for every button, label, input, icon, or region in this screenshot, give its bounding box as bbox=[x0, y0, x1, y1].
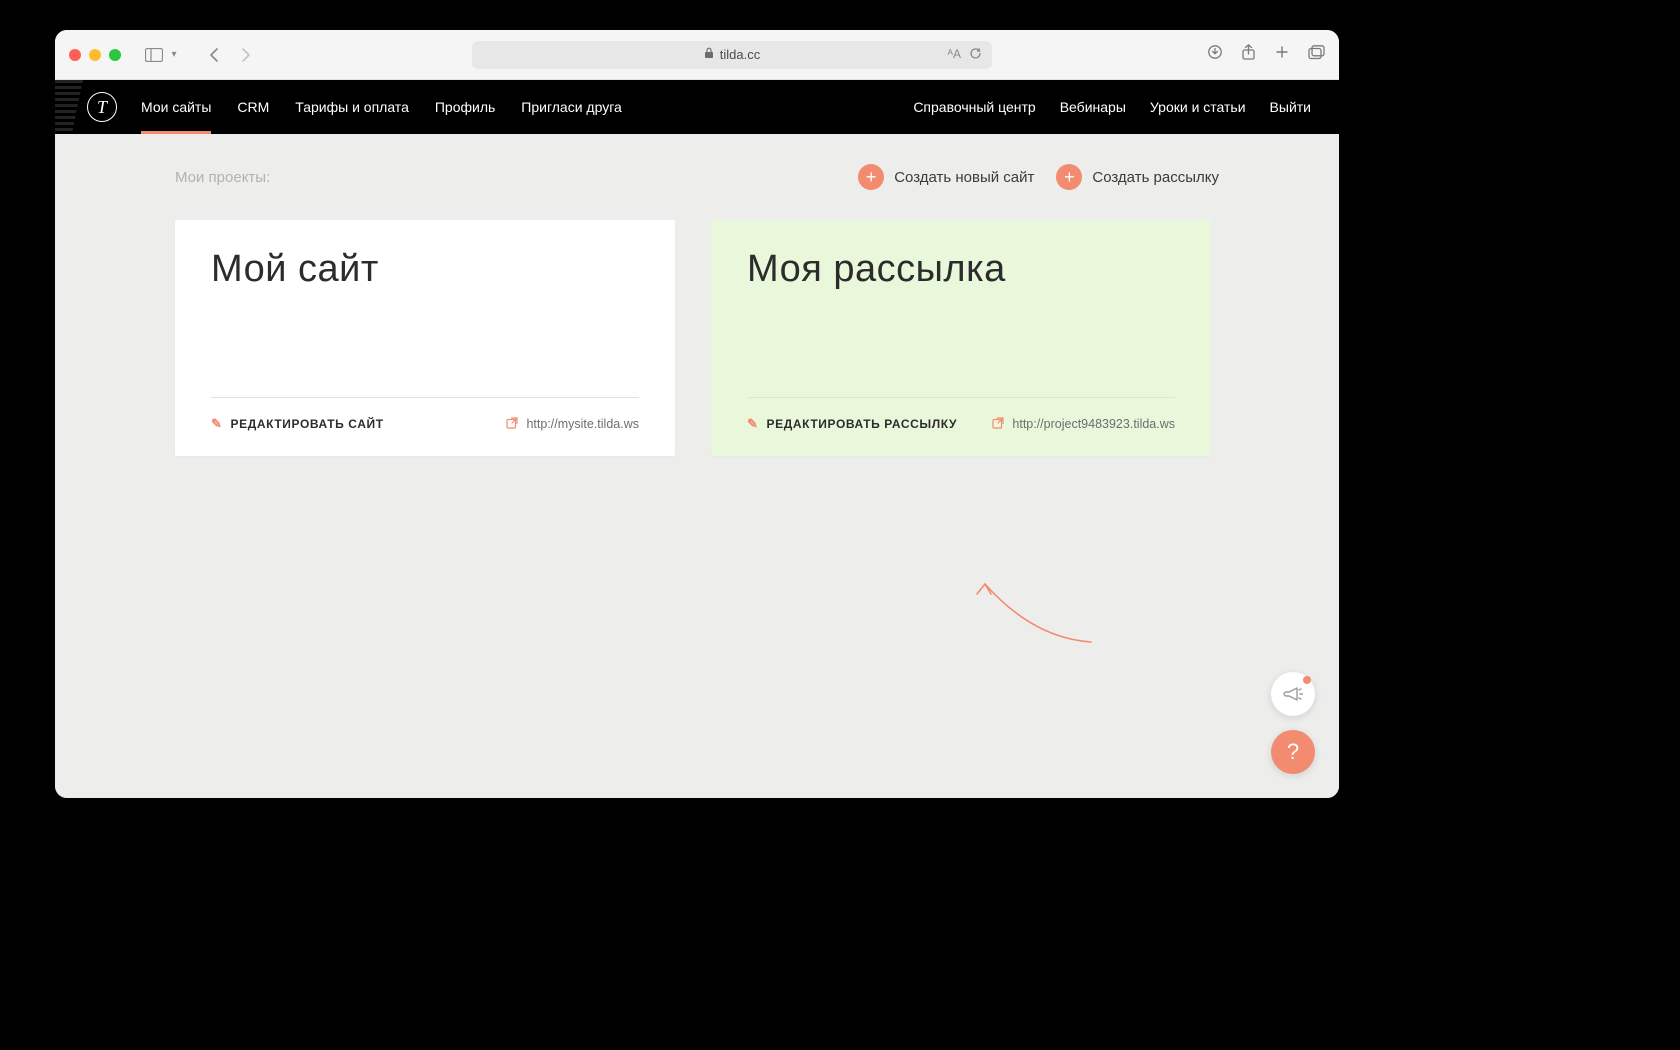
card-title: Моя рассылка bbox=[747, 248, 1175, 291]
forward-button[interactable] bbox=[235, 44, 257, 66]
downloads-icon[interactable] bbox=[1207, 44, 1223, 65]
edit-newsletter-link[interactable]: ✎ РЕДАКТИРОВАТЬ РАССЫЛКУ bbox=[747, 416, 957, 432]
toolbar-right bbox=[1207, 44, 1325, 66]
minimize-window-button[interactable] bbox=[89, 49, 101, 61]
logo-letter: T bbox=[97, 98, 107, 116]
nav-invite[interactable]: Пригласи друга bbox=[521, 99, 622, 115]
pencil-icon: ✎ bbox=[211, 416, 223, 432]
open-newsletter-link[interactable]: http://project9483923.tilda.ws bbox=[992, 417, 1175, 432]
main-nav: Мои сайты CRM Тарифы и оплата Профиль Пр… bbox=[141, 99, 622, 115]
project-card-newsletter[interactable]: Моя рассылка ✎ РЕДАКТИРОВАТЬ РАССЫЛКУ ht… bbox=[711, 220, 1211, 456]
back-button[interactable] bbox=[203, 44, 225, 66]
create-site-button[interactable]: + Создать новый сайт bbox=[858, 164, 1034, 190]
page-subheader: Мои проекты: + Создать новый сайт + Созд… bbox=[175, 164, 1219, 190]
window-controls bbox=[69, 49, 121, 61]
edit-label: РЕДАКТИРОВАТЬ РАССЫЛКУ bbox=[767, 417, 958, 431]
project-cards: Мой сайт ✎ РЕДАКТИРОВАТЬ САЙТ http://mys… bbox=[175, 220, 1219, 456]
secondary-nav: Справочный центр Вебинары Уроки и статьи… bbox=[913, 99, 1311, 115]
edit-site-link[interactable]: ✎ РЕДАКТИРОВАТЬ САЙТ bbox=[211, 416, 384, 432]
external-link-icon bbox=[992, 417, 1004, 432]
translate-icon[interactable]: ᴬA bbox=[948, 47, 961, 63]
nav-my-sites[interactable]: Мои сайты bbox=[141, 99, 211, 115]
nav-lessons[interactable]: Уроки и статьи bbox=[1150, 99, 1246, 115]
tilda-logo[interactable]: T bbox=[87, 92, 117, 122]
close-window-button[interactable] bbox=[69, 49, 81, 61]
address-bar[interactable]: tilda.cc ᴬA bbox=[472, 41, 992, 69]
nav-help-center[interactable]: Справочный центр bbox=[913, 99, 1035, 115]
address-bar-wrap: tilda.cc ᴬA bbox=[267, 41, 1197, 69]
notification-badge bbox=[1303, 676, 1311, 684]
nav-tariffs[interactable]: Тарифы и оплата bbox=[295, 99, 409, 115]
decorative-edge bbox=[55, 80, 83, 134]
project-card-site[interactable]: Мой сайт ✎ РЕДАКТИРОВАТЬ САЙТ http://mys… bbox=[175, 220, 675, 456]
open-site-link[interactable]: http://mysite.tilda.ws bbox=[506, 417, 639, 432]
site-url: http://mysite.tilda.ws bbox=[526, 417, 639, 431]
help-button[interactable]: ? bbox=[1271, 730, 1315, 774]
card-footer: ✎ РЕДАКТИРОВАТЬ РАССЫЛКУ http://project9… bbox=[747, 416, 1175, 432]
reload-icon[interactable] bbox=[969, 47, 982, 63]
nav-buttons bbox=[203, 44, 257, 66]
fullscreen-window-button[interactable] bbox=[109, 49, 121, 61]
plus-icon: + bbox=[858, 164, 884, 190]
external-link-icon bbox=[506, 417, 518, 432]
announcements-button[interactable] bbox=[1271, 672, 1315, 716]
nav-crm[interactable]: CRM bbox=[237, 99, 269, 115]
browser-window: ▾ tilda.cc ᴬA bbox=[55, 30, 1339, 798]
page-body: Мои проекты: + Создать новый сайт + Созд… bbox=[55, 134, 1339, 798]
card-footer: ✎ РЕДАКТИРОВАТЬ САЙТ http://mysite.tilda… bbox=[211, 416, 639, 432]
tilda-header: T Мои сайты CRM Тарифы и оплата Профиль … bbox=[55, 80, 1339, 134]
share-icon[interactable] bbox=[1241, 44, 1256, 66]
url-text: tilda.cc bbox=[720, 47, 760, 62]
nav-webinars[interactable]: Вебинары bbox=[1060, 99, 1126, 115]
newsletter-url: http://project9483923.tilda.ws bbox=[1012, 417, 1175, 431]
nav-profile[interactable]: Профиль bbox=[435, 99, 495, 115]
edit-label: РЕДАКТИРОВАТЬ САЙТ bbox=[231, 417, 384, 431]
tabs-overview-icon[interactable] bbox=[1308, 45, 1325, 65]
create-site-label: Создать новый сайт bbox=[894, 169, 1034, 186]
nav-logout[interactable]: Выйти bbox=[1270, 99, 1311, 115]
plus-icon: + bbox=[1056, 164, 1082, 190]
floating-widgets: ? bbox=[1271, 672, 1315, 774]
card-divider bbox=[211, 317, 639, 398]
create-newsletter-button[interactable]: + Создать рассылку bbox=[1056, 164, 1219, 190]
page-actions: + Создать новый сайт + Создать рассылку bbox=[858, 164, 1219, 190]
lock-icon bbox=[704, 47, 714, 62]
page-heading: Мои проекты: bbox=[175, 169, 270, 186]
create-newsletter-label: Создать рассылку bbox=[1092, 169, 1219, 186]
card-title: Мой сайт bbox=[211, 248, 639, 291]
annotation-arrow-icon bbox=[973, 576, 1103, 656]
chevron-down-icon[interactable]: ▾ bbox=[163, 44, 185, 66]
sidebar-toggle-group: ▾ bbox=[143, 44, 185, 66]
sidebar-icon[interactable] bbox=[143, 44, 165, 66]
safari-toolbar: ▾ tilda.cc ᴬA bbox=[55, 30, 1339, 80]
card-divider bbox=[747, 317, 1175, 398]
new-tab-icon[interactable] bbox=[1274, 44, 1290, 65]
pencil-icon: ✎ bbox=[747, 416, 759, 432]
help-label: ? bbox=[1287, 739, 1299, 765]
address-trailing: ᴬA bbox=[948, 47, 982, 63]
